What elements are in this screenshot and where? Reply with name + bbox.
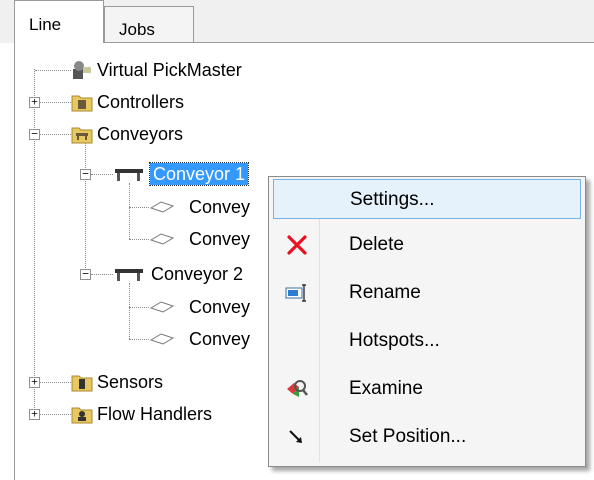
tab-jobs-label: Jobs [119,20,155,39]
folder-icon [71,127,93,144]
examine-icon [287,380,308,397]
tab-line-label: Line [29,15,62,34]
folder-icon [71,95,93,112]
menu-item-label: Hotspots... [349,330,440,351]
tree-item-label: Convey [189,329,251,349]
tree-item-label: Controllers [97,92,185,112]
tab-jobs[interactable]: Jobs [104,6,194,43]
context-menu: Settings... Delete Rename Hotspots... Ex… [268,176,586,467]
tree-item-label: Conveyor 2 [151,264,244,284]
rename-icon [285,284,306,302]
work-area-icon [149,301,175,313]
menu-item-hotspots[interactable]: Hotspots... [273,321,581,361]
expand-controllers-icon[interactable]: + [29,96,40,108]
tab-strip: Line Jobs [0,0,594,43]
menu-item-label: Settings... [350,189,435,210]
tree-connector [35,70,71,71]
tree-connector [40,414,71,415]
tree-item-label: Sensors [97,372,164,392]
conveyor-icon [115,169,143,181]
collapse-conveyors-icon[interactable]: − [29,128,40,140]
tree-connector [91,174,113,175]
tree-item-label: Convey [189,297,251,317]
folder-icon [71,407,93,424]
menu-item-label: Examine [349,378,423,399]
menu-item-delete[interactable]: Delete [273,225,581,265]
work-area-icon [149,333,175,345]
delete-x-icon [287,235,307,255]
tree-branch-line [129,183,130,239]
menu-item-set-position[interactable]: Set Position... [273,417,581,457]
tab-line[interactable]: Line [14,0,104,43]
work-area-icon [149,201,175,213]
tree-root-line [34,69,35,414]
work-area-icon [149,233,175,245]
tree-item-label: Conveyor 1 [148,162,250,186]
tree-item-label: Virtual PickMaster [97,60,242,80]
tree-branch-line [85,143,86,274]
tree-connector [40,382,71,383]
menu-item-examine[interactable]: Examine [273,369,581,409]
expand-flow-handlers-icon[interactable]: + [29,408,40,420]
menu-item-label: Set Position... [349,426,467,447]
folder-icon [71,375,93,392]
menu-item-rename[interactable]: Rename [273,273,581,313]
collapse-conveyor2-icon[interactable]: − [80,268,91,280]
arrow-icon [289,430,302,443]
collapse-conveyor1-icon[interactable]: − [80,168,91,180]
tree-connector [129,207,149,208]
expand-sensors-icon[interactable]: + [29,376,40,388]
tree-item-label: Flow Handlers [97,404,213,424]
tree-connector [129,339,149,340]
tree-item-label: Convey [189,229,251,249]
robot-icon [73,61,91,79]
tree-connector [40,134,71,135]
menu-item-settings[interactable]: Settings... [273,179,581,219]
tree-item-label: Conveyors [97,124,184,144]
tree-branch-line [129,283,130,339]
menu-item-label: Delete [349,234,404,255]
tree-connector [129,239,149,240]
tree-connector [40,102,71,103]
conveyor-icon [115,269,143,281]
tree-connector [91,274,113,275]
tree-item-label: Convey [189,197,251,217]
menu-item-label: Rename [349,282,421,303]
tree-connector [129,307,149,308]
